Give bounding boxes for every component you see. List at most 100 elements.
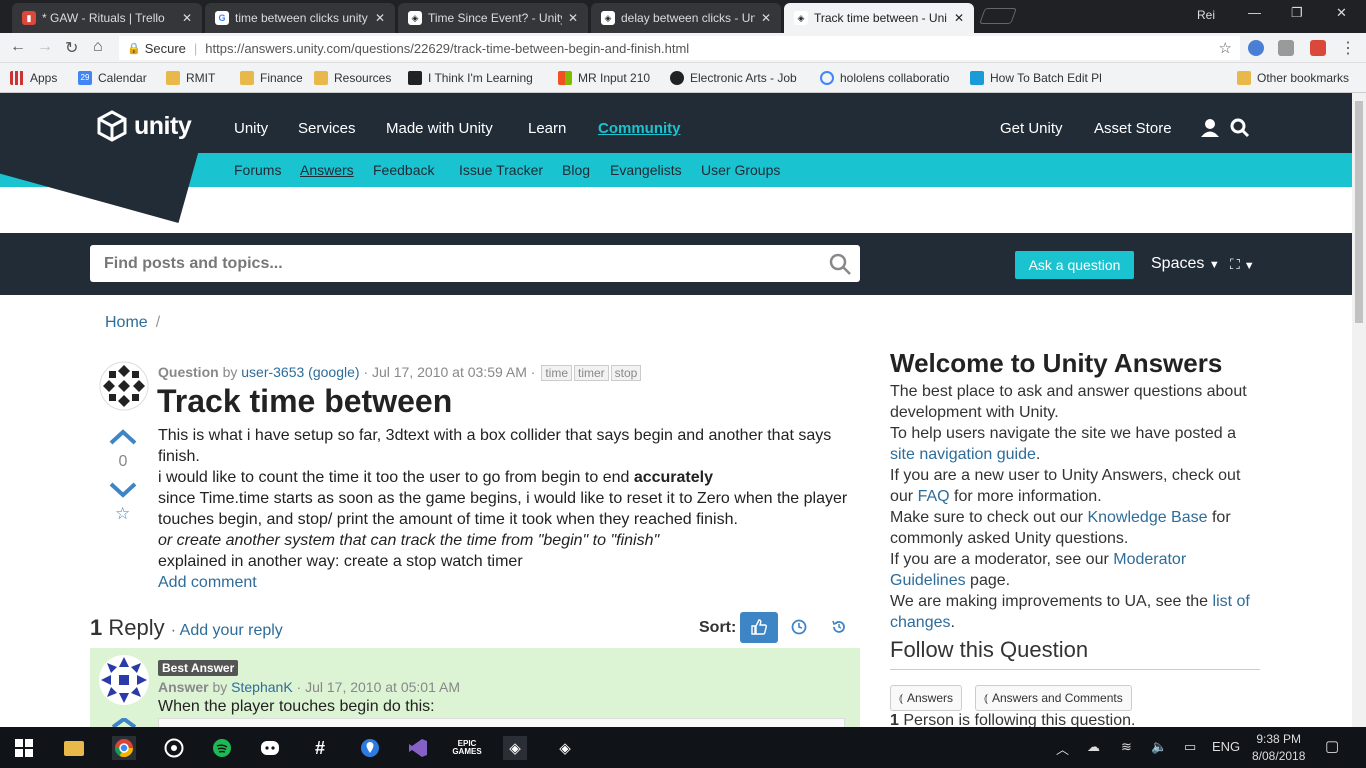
bookmark-i-think-im-learning[interactable]: I Think I'm Learning bbox=[408, 71, 533, 85]
search-icon[interactable] bbox=[1230, 118, 1250, 138]
cloud-icon[interactable]: ☁ bbox=[1087, 739, 1100, 755]
bookmark-mr-input[interactable]: MR Input 210 bbox=[558, 71, 650, 85]
search-icon[interactable] bbox=[828, 252, 852, 276]
close-window-icon[interactable]: ✕ bbox=[1336, 5, 1347, 21]
back-icon[interactable]: ← bbox=[10, 38, 26, 56]
subnav-answers[interactable]: Answers bbox=[300, 162, 354, 178]
maximize-icon[interactable]: ❐ bbox=[1291, 5, 1303, 21]
bookmark-star-icon[interactable]: ☆ bbox=[1219, 39, 1232, 57]
nav-community[interactable]: Community bbox=[598, 120, 681, 137]
battery-icon[interactable]: ▭ bbox=[1184, 739, 1196, 755]
close-icon[interactable]: ✕ bbox=[375, 11, 385, 25]
knowledge-base-link[interactable]: Knowledge Base bbox=[1087, 509, 1207, 526]
follow-answers-button[interactable]: ⦅ Answers bbox=[890, 685, 963, 711]
spaces-dropdown[interactable]: Spaces ▼ bbox=[1151, 255, 1220, 273]
close-icon[interactable]: ✕ bbox=[568, 11, 578, 25]
follow-answers-comments-button[interactable]: ⦅ Answers and Comments bbox=[975, 685, 1132, 711]
favorite-star-icon[interactable]: ☆ bbox=[115, 504, 130, 524]
close-icon[interactable]: ✕ bbox=[954, 11, 964, 25]
nav-get-unity[interactable]: Get Unity bbox=[1000, 120, 1063, 137]
file-explorer-icon[interactable] bbox=[62, 736, 86, 760]
unity-logo[interactable]: unity bbox=[96, 110, 192, 142]
subnav-feedback[interactable]: Feedback bbox=[373, 162, 434, 178]
clock-icon[interactable] bbox=[791, 619, 807, 635]
subnav-blog[interactable]: Blog bbox=[562, 162, 590, 178]
wifi-icon[interactable]: ≋ bbox=[1121, 739, 1132, 755]
new-tab-button[interactable] bbox=[979, 8, 1017, 24]
forward-icon[interactable]: → bbox=[37, 38, 53, 56]
menu-icon[interactable]: ⋮ bbox=[1340, 38, 1356, 58]
ask-question-button[interactable]: Ask a question bbox=[1015, 251, 1134, 279]
tab-trello[interactable]: ▮ * GAW - Rituals | Trello ✕ bbox=[12, 3, 202, 33]
spotify-icon[interactable] bbox=[210, 736, 234, 760]
avatar[interactable] bbox=[99, 361, 149, 411]
tag-stop[interactable]: stop bbox=[610, 365, 642, 381]
upvote-icon[interactable] bbox=[110, 718, 138, 727]
subnav-forums[interactable]: Forums bbox=[234, 162, 281, 178]
history-icon[interactable] bbox=[831, 619, 847, 635]
site-navigation-guide-link[interactable]: site navigation guide bbox=[890, 446, 1036, 463]
show-hidden-icons[interactable]: ︿ bbox=[1056, 739, 1069, 758]
breadcrumb-home[interactable]: Home bbox=[105, 314, 148, 331]
bookmark-other[interactable]: Other bookmarks bbox=[1237, 71, 1349, 85]
clock[interactable]: 9:38 PM 8/08/2018 bbox=[1252, 731, 1305, 765]
nav-learn[interactable]: Learn bbox=[528, 120, 566, 137]
subnav-user-groups[interactable]: User Groups bbox=[701, 162, 780, 178]
upvote-icon[interactable] bbox=[108, 428, 138, 446]
tag-time[interactable]: time bbox=[541, 365, 572, 381]
unity-editor-icon[interactable]: ◈ bbox=[553, 736, 577, 760]
profile-name[interactable]: Rei bbox=[1197, 8, 1215, 22]
bookmark-apps[interactable]: Apps bbox=[10, 71, 57, 85]
search-input[interactable]: Find posts and topics... bbox=[90, 245, 860, 282]
sitemap-dropdown[interactable]: ⛶ ▼ bbox=[1230, 256, 1255, 273]
user-icon[interactable] bbox=[1200, 118, 1220, 138]
add-reply-link[interactable]: · Add your reply bbox=[171, 622, 283, 639]
faq-link[interactable]: FAQ bbox=[918, 488, 950, 505]
discord-icon[interactable] bbox=[258, 736, 282, 760]
downvote-icon[interactable] bbox=[108, 481, 138, 499]
visual-studio-icon[interactable] bbox=[406, 736, 430, 760]
reload-icon[interactable]: ↻ bbox=[65, 38, 78, 58]
bookmark-batch-edit[interactable]: How To Batch Edit Pl bbox=[970, 71, 1102, 85]
nav-unity[interactable]: Unity bbox=[234, 120, 268, 137]
url-text[interactable]: https://answers.unity.com/questions/2262… bbox=[205, 41, 689, 56]
windows-start-icon[interactable] bbox=[12, 736, 36, 760]
subnav-issue-tracker[interactable]: Issue Tracker bbox=[459, 162, 543, 178]
tab-delay-between-clicks[interactable]: ◈ delay between clicks - Uni ✕ bbox=[591, 3, 781, 33]
tab-track-time-between[interactable]: ◈ Track time between - Uni ✕ bbox=[784, 3, 974, 33]
tab-time-since-event[interactable]: ◈ Time Since Event? - Unity ✕ bbox=[398, 3, 588, 33]
minimize-icon[interactable]: — bbox=[1248, 5, 1261, 20]
bookmark-electronic-arts[interactable]: Electronic Arts - Job bbox=[670, 71, 797, 85]
omnibox[interactable]: 🔒 Secure | https://answers.unity.com/que… bbox=[119, 36, 1240, 60]
avatar[interactable] bbox=[99, 655, 149, 705]
nav-asset-store[interactable]: Asset Store bbox=[1094, 120, 1172, 137]
nav-made-with-unity[interactable]: Made with Unity bbox=[386, 120, 493, 137]
obs-icon[interactable] bbox=[162, 736, 186, 760]
close-icon[interactable]: ✕ bbox=[182, 11, 192, 25]
question-author-link[interactable]: user-3653 (google) bbox=[241, 364, 359, 380]
epic-games-icon[interactable]: EPIC GAMES bbox=[452, 736, 481, 760]
chrome-icon[interactable] bbox=[112, 736, 136, 760]
bookmark-resources[interactable]: Resources bbox=[314, 71, 391, 85]
extension-icon[interactable] bbox=[1248, 40, 1264, 56]
maps-icon[interactable] bbox=[358, 736, 382, 760]
extension-icon[interactable] bbox=[1310, 40, 1326, 56]
volume-icon[interactable]: 🔈 bbox=[1151, 739, 1167, 755]
notifications-icon[interactable]: ▢ bbox=[1325, 737, 1339, 755]
close-icon[interactable]: ✕ bbox=[761, 11, 771, 25]
slack-icon[interactable]: # bbox=[308, 736, 332, 760]
home-icon[interactable]: ⌂ bbox=[93, 38, 103, 56]
subnav-evangelists[interactable]: Evangelists bbox=[610, 162, 682, 178]
bookmark-hololens[interactable]: hololens collaboratio bbox=[820, 71, 949, 85]
page-scrollbar[interactable] bbox=[1352, 93, 1366, 727]
bookmark-calendar[interactable]: 29 Calendar bbox=[78, 71, 147, 85]
add-comment-link[interactable]: Add comment bbox=[158, 574, 257, 591]
scrollbar-thumb[interactable] bbox=[1355, 101, 1363, 323]
answer-author-link[interactable]: StephanK bbox=[231, 679, 293, 695]
bookmark-finance[interactable]: Finance bbox=[240, 71, 303, 85]
tag-timer[interactable]: timer bbox=[574, 365, 609, 381]
bookmark-rmit[interactable]: RMIT bbox=[166, 71, 215, 85]
sort-votes-button[interactable] bbox=[740, 612, 778, 643]
unity-hub-icon[interactable]: ◈ bbox=[503, 736, 527, 760]
language-indicator[interactable]: ENG bbox=[1212, 739, 1240, 754]
